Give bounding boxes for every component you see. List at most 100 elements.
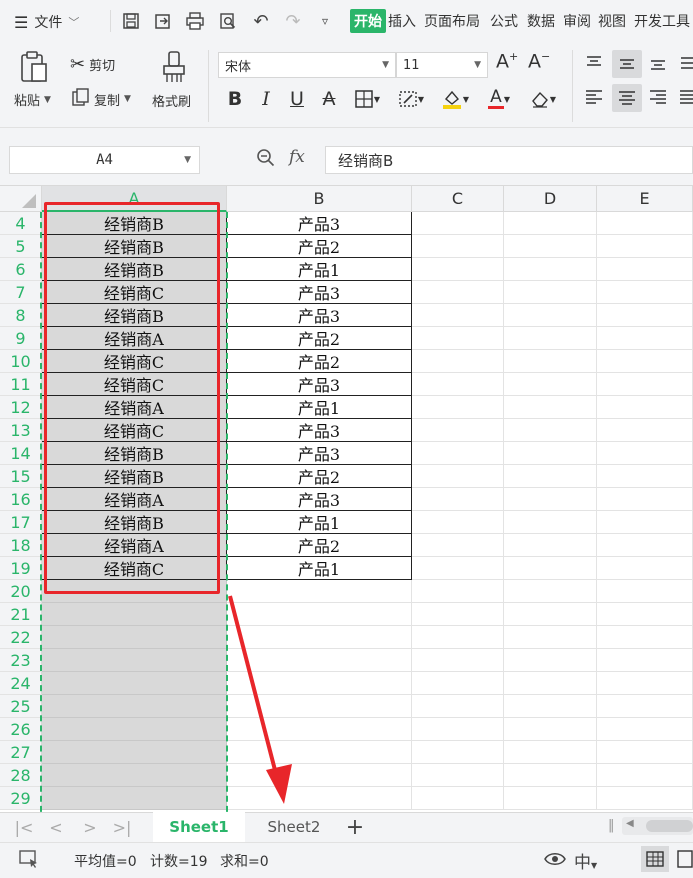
row-header[interactable]: 23 <box>0 649 42 672</box>
grid-cell[interactable] <box>504 534 597 557</box>
grid-cell[interactable] <box>42 649 227 672</box>
cell-product[interactable]: 产品1 <box>227 396 412 419</box>
align-middle-icon[interactable] <box>612 50 642 78</box>
grid-cell[interactable] <box>597 258 693 281</box>
cell-dealer[interactable]: 经销商B <box>42 511 227 534</box>
format-painter-label[interactable]: 格式刷 <box>152 91 191 110</box>
export-icon[interactable] <box>151 8 175 34</box>
cell-product[interactable]: 产品2 <box>227 534 412 557</box>
row-header[interactable]: 4 <box>0 212 42 235</box>
increase-font-icon[interactable]: A+ <box>496 50 518 72</box>
grid-cell[interactable] <box>412 534 504 557</box>
row-header[interactable]: 25 <box>0 695 42 718</box>
grid-cell[interactable] <box>504 626 597 649</box>
grid-cell[interactable] <box>504 327 597 350</box>
cell-dealer[interactable]: 经销商B <box>42 235 227 258</box>
sheet-tab-sheet1[interactable]: Sheet1 <box>153 812 245 842</box>
grid-cell[interactable] <box>412 741 504 764</box>
grid-cell[interactable] <box>504 419 597 442</box>
cell-dealer[interactable]: 经销商A <box>42 534 227 557</box>
grid-cell[interactable] <box>597 672 693 695</box>
customize-toolbar-icon[interactable]: ▿ <box>313 8 337 34</box>
macro-record-icon[interactable] <box>18 849 40 873</box>
justify-icon[interactable] <box>678 88 693 110</box>
tab-view[interactable]: 视图 <box>598 9 626 33</box>
grid-cell[interactable] <box>412 603 504 626</box>
horizontal-scrollbar[interactable]: ◀ <box>622 817 693 835</box>
grid-cell[interactable] <box>412 442 504 465</box>
grid-cell[interactable] <box>504 695 597 718</box>
grid-cell[interactable] <box>504 235 597 258</box>
row-header[interactable]: 13 <box>0 419 42 442</box>
grid-cell[interactable] <box>42 764 227 787</box>
grid-cell[interactable] <box>42 580 227 603</box>
column-header-b[interactable]: B <box>227 186 412 212</box>
undo-icon[interactable]: ↶ <box>249 8 273 34</box>
italic-icon[interactable]: I <box>256 86 276 112</box>
grid-cell[interactable] <box>412 787 504 810</box>
grid-cell[interactable] <box>412 557 504 580</box>
save-icon[interactable] <box>119 8 143 34</box>
row-header[interactable]: 15 <box>0 465 42 488</box>
borders-icon[interactable]: ▼ <box>350 86 384 112</box>
cell-dealer[interactable]: 经销商B <box>42 212 227 235</box>
bold-icon[interactable]: B <box>224 86 246 112</box>
row-header[interactable]: 17 <box>0 511 42 534</box>
tab-formulas[interactable]: 公式 <box>490 9 518 33</box>
grid-cell[interactable] <box>597 649 693 672</box>
cell-product[interactable]: 产品1 <box>227 258 412 281</box>
grid-cell[interactable] <box>412 488 504 511</box>
grid-cell[interactable] <box>597 396 693 419</box>
wrap-text-icon[interactable] <box>678 54 693 76</box>
row-header[interactable]: 26 <box>0 718 42 741</box>
cell-dealer[interactable]: 经销商C <box>42 281 227 304</box>
font-size-select[interactable]: 11 ▼ <box>396 52 488 78</box>
font-name-select[interactable]: 宋体 ▼ <box>218 52 396 78</box>
row-header[interactable]: 7 <box>0 281 42 304</box>
name-box[interactable]: A4 ▼ <box>9 146 200 174</box>
cell-product[interactable]: 产品1 <box>227 511 412 534</box>
cell-dealer[interactable]: 经销商C <box>42 419 227 442</box>
grid-cell[interactable] <box>597 603 693 626</box>
cell-dealer[interactable]: 经销商C <box>42 557 227 580</box>
cell-style-icon[interactable]: ▼ <box>394 86 428 112</box>
grid-cell[interactable] <box>597 281 693 304</box>
cell-dealer[interactable]: 经销商A <box>42 488 227 511</box>
grid-cell[interactable] <box>504 741 597 764</box>
grid-cell[interactable] <box>412 465 504 488</box>
next-sheet-icon[interactable]: > <box>78 814 102 840</box>
cell-dealer[interactable]: 经销商B <box>42 304 227 327</box>
add-sheet-button[interactable]: + <box>340 812 370 842</box>
row-header[interactable]: 12 <box>0 396 42 419</box>
row-header[interactable]: 28 <box>0 764 42 787</box>
grid-cell[interactable] <box>42 603 227 626</box>
grid-cell[interactable] <box>412 718 504 741</box>
cell-dealer[interactable]: 经销商A <box>42 327 227 350</box>
row-header[interactable]: 10 <box>0 350 42 373</box>
last-sheet-icon[interactable]: >| <box>110 814 134 840</box>
cell-dealer[interactable]: 经销商C <box>42 350 227 373</box>
sheet-tab-sheet2[interactable]: Sheet2 <box>252 812 336 842</box>
row-header[interactable]: 29 <box>0 787 42 810</box>
grid-cell[interactable] <box>504 488 597 511</box>
grid-cell[interactable] <box>504 672 597 695</box>
grid-cell[interactable] <box>412 373 504 396</box>
grid-cell[interactable] <box>412 396 504 419</box>
column-header-a[interactable]: A <box>42 186 227 212</box>
row-header[interactable]: 14 <box>0 442 42 465</box>
cell-dealer[interactable]: 经销商C <box>42 373 227 396</box>
page-layout-view-icon[interactable] <box>676 849 693 871</box>
grid-cell[interactable] <box>42 741 227 764</box>
row-header[interactable]: 8 <box>0 304 42 327</box>
grid-cell[interactable] <box>597 764 693 787</box>
format-painter-icon[interactable] <box>160 50 190 86</box>
row-header[interactable]: 6 <box>0 258 42 281</box>
row-header[interactable]: 9 <box>0 327 42 350</box>
align-left-icon[interactable] <box>584 88 608 110</box>
grid-cell[interactable] <box>412 350 504 373</box>
align-center-icon[interactable] <box>612 84 642 112</box>
tab-page-layout[interactable]: 页面布局 <box>424 9 480 33</box>
first-sheet-icon[interactable]: |< <box>12 814 36 840</box>
grid-cell[interactable] <box>412 672 504 695</box>
grid-cell[interactable] <box>412 419 504 442</box>
